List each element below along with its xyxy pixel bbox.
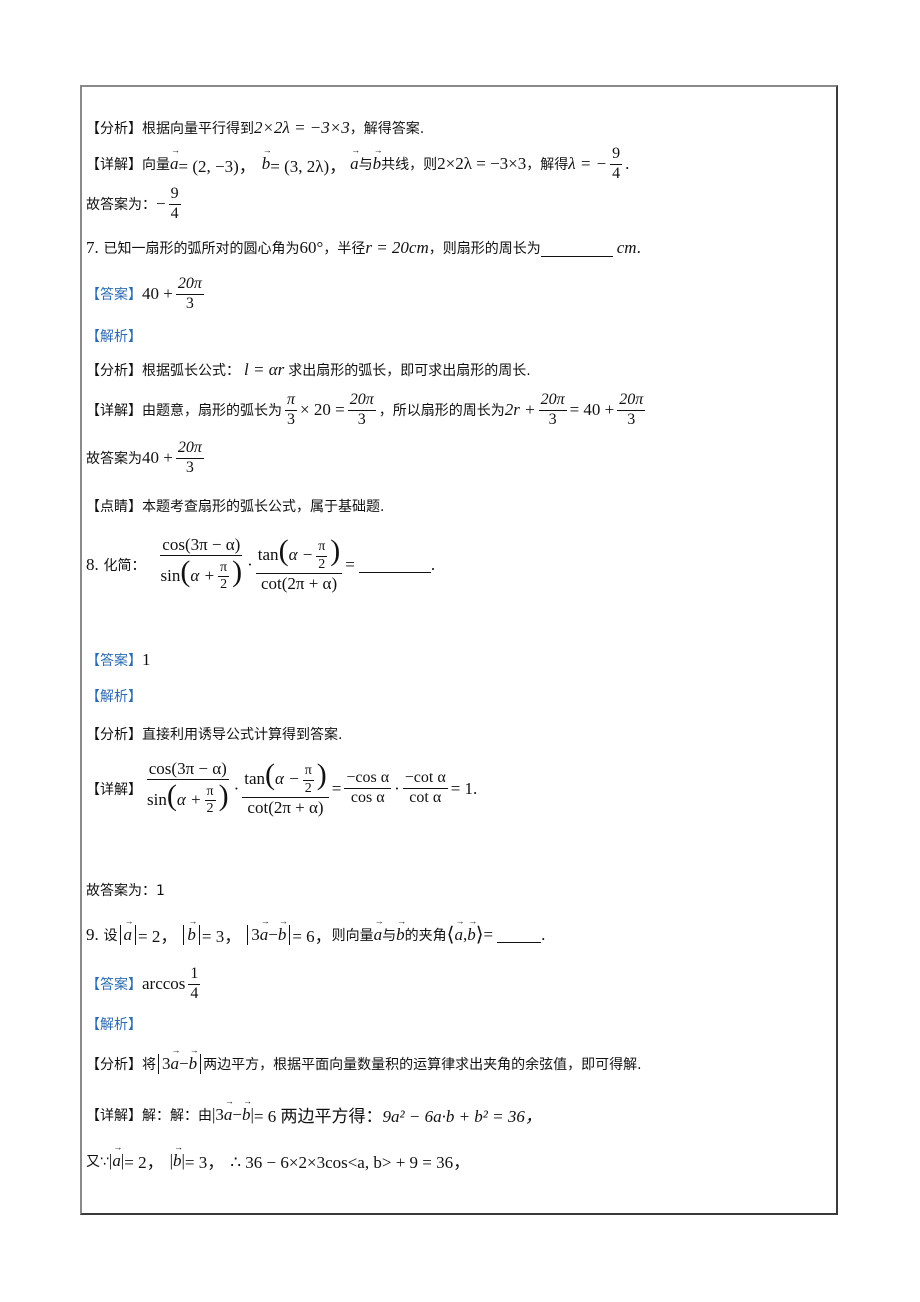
- fraction: 20π 3: [175, 439, 204, 476]
- fraction: 14: [188, 965, 201, 1002]
- q7-final: 故答案为 40 + 20π 3: [86, 439, 204, 476]
- answer-blank: [540, 240, 613, 257]
- fraction: −cos α cos α: [344, 769, 392, 807]
- q8-jiexi: 【解析】: [86, 689, 142, 705]
- q8-detail: 【详解】 cos(3π − α) sin(α + π 2) · tan(α − π 2)…: [86, 758, 478, 818]
- analysis-tag: 【分析】: [86, 121, 142, 137]
- q9-detail: 【详解】 解：解：由 |3a−b| = 6 两边平方得： 9a² − 6a·b …: [86, 1096, 542, 1127]
- fraction: 20π 3: [175, 275, 204, 312]
- fraction: tan(α − π 2) cot(2π + α): [242, 758, 329, 818]
- detail-tag: 【详解】: [86, 157, 142, 174]
- q9-analysis: 【分析】 将 3a−b 两边平方，根据平面向量数量积的运算律求出夹角的余弦值，即…: [86, 1045, 642, 1074]
- q9-answer: 【答案】 arccos 14: [86, 965, 201, 1002]
- q6-detail: 【详解】 向量 a = (2, −3)， b = (3, 2λ)， a 与 b …: [86, 145, 629, 183]
- q8-answer: 【答案】 1: [86, 650, 151, 669]
- q9-jiexi: 【解析】: [86, 1017, 142, 1033]
- q7-stem: 7. 已知一扇形的弧所对的圆心角为 60° ，半径 r = 20cm ，则扇形的…: [86, 238, 641, 257]
- q9-stem: 9. 设 a = 2， b = 3， 3a−b = 6， 则向量 a 与 b 的…: [86, 916, 545, 947]
- q8-analysis: 【分析】 直接利用诱导公式计算得到答案.: [86, 727, 343, 743]
- q7-answer: 【答案】 40 + 20π 3: [86, 275, 204, 312]
- fraction: 20π 3: [347, 391, 376, 428]
- q6-answer: 故答案为： − 94: [86, 185, 181, 222]
- jiexi-tag: 【解析】: [86, 329, 142, 345]
- q8-final: 故答案为：1: [86, 883, 165, 899]
- question-number: 7.: [86, 238, 99, 257]
- q7-detail: 【详解】 由题意，扇形的弧长为 π3 × 20 = 20π 3 ，所以扇形的周长为…: [86, 391, 646, 428]
- q7-analysis: 【分析】 根据弧长公式： l = αr 求出扇形的弧长，即可求出扇形的周长.: [86, 360, 531, 379]
- vector-a: a: [170, 145, 179, 174]
- answer-tag: 【答案】: [86, 287, 142, 304]
- fraction: cos(3π − α) sin(α + π 2): [160, 535, 243, 593]
- answer-blank: [358, 556, 431, 574]
- fraction: 94: [610, 145, 623, 182]
- fraction: 94: [168, 185, 181, 222]
- q8-stem: 8. 化简： cos(3π − α) sin(α + π 2) · tan(α − π…: [86, 534, 436, 594]
- fraction: cos(3π − α) sin(α + π 2): [146, 759, 229, 817]
- q6-analysis: 【分析】 根据向量平行得到 2×2λ = −3×3 ，解得答案.: [86, 118, 425, 137]
- question-number: 8.: [86, 554, 99, 574]
- fraction: 20π 3: [617, 391, 646, 428]
- q9-line3: 又∵ |a| = 2， |b| = 3， ∴ 36 − 6×2×3cos<a, …: [86, 1142, 470, 1173]
- fraction: 20π 3: [538, 391, 567, 428]
- vector-b: b: [262, 145, 271, 174]
- answer-blank: [497, 926, 542, 943]
- fraction: −cot α cot α: [402, 769, 448, 807]
- q7-comment: 【点睛】 本题考查扇形的弧长公式，属于基础题.: [86, 499, 385, 515]
- fraction: tan(α − π 2) cot(2π + α): [255, 534, 343, 594]
- question-number: 9.: [86, 924, 99, 944]
- q7-jiexi: 【解析】: [86, 326, 142, 346]
- fraction: π3: [285, 391, 298, 428]
